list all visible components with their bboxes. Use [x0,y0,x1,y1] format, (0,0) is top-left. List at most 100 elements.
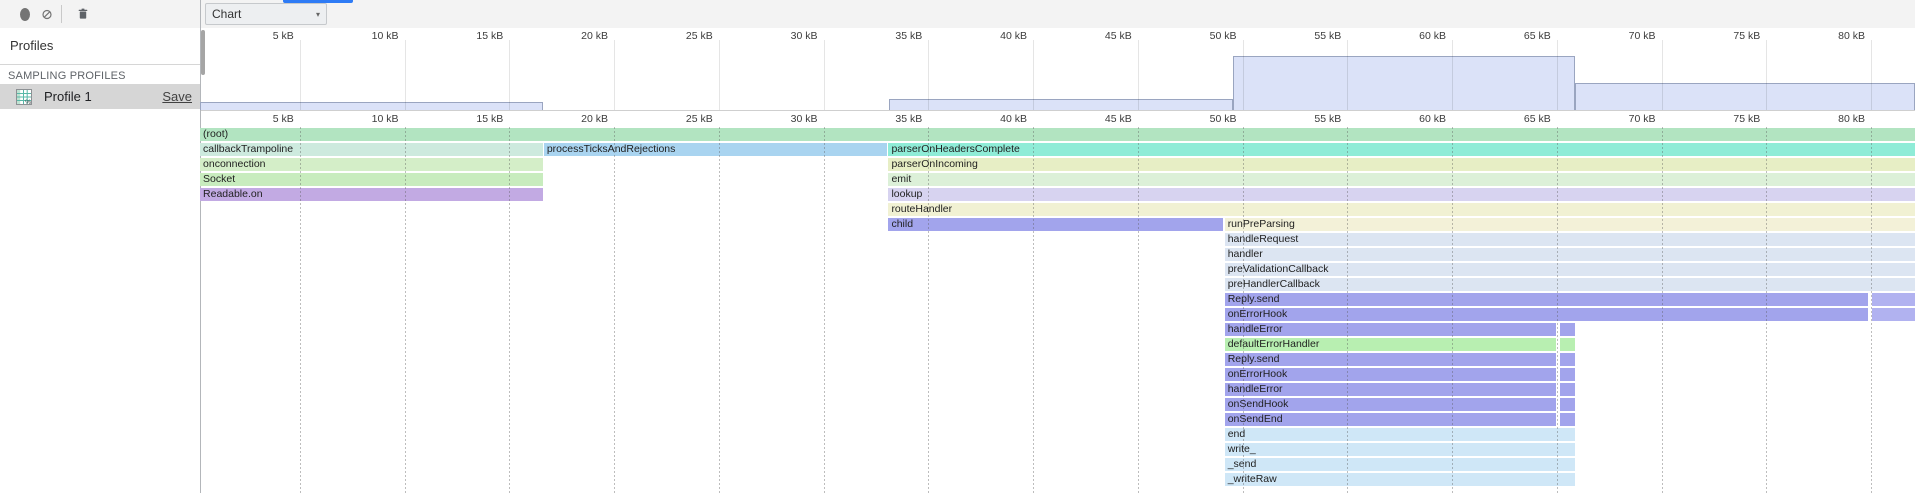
ruler-tick-label: 10 kB [345,30,399,42]
frame-onerrorhook[interactable] [1560,368,1575,381]
gridline [719,40,720,110]
ruler-tick-label: 40 kB [973,113,1027,125]
frame-child[interactable]: child [888,218,1222,231]
view-mode-select[interactable]: Chart ▾ [205,3,327,25]
gridline [1243,40,1244,110]
frame-reply.send[interactable] [1560,353,1575,366]
sidebar-divider [0,64,200,65]
toolbar-divider [61,5,62,23]
frame-readable.on[interactable]: Readable.on [200,188,543,201]
gridline [824,127,825,493]
frame-callbacktrampoline[interactable]: callbackTrampoline [200,143,543,156]
gridline [1138,40,1139,110]
gridline [1452,127,1453,493]
frame-handleerror[interactable]: handleError [1225,383,1556,396]
frame-onsendend[interactable] [1560,413,1575,426]
gridline [1138,127,1139,493]
frame-write_[interactable]: write_ [1225,443,1575,456]
ruler-tick-label: 75 kB [1706,113,1760,125]
ruler-tick-label: 25 kB [659,113,713,125]
gridline [1871,127,1872,493]
frame-_send[interactable]: _send [1225,458,1575,471]
frame-end[interactable]: end [1225,428,1575,441]
gridline [824,40,825,110]
ruler-tick-label: 60 kB [1392,30,1446,42]
frame-handleerror[interactable]: handleError [1225,323,1556,336]
frame-emit[interactable]: emit [888,173,1915,186]
frame-reply.send[interactable]: Reply.send [1225,293,1868,306]
ruler-tick-label: 30 kB [764,113,818,125]
ruler-tick-label: 65 kB [1497,30,1551,42]
gridline [1766,40,1767,110]
frame-prehandlercallback[interactable]: preHandlerCallback [1225,278,1915,291]
frame-prevalidationcallback[interactable]: preValidationCallback [1225,263,1915,276]
frame-parseronheaderscomplete[interactable]: parserOnHeadersComplete [888,143,1915,156]
frame-parseronincoming[interactable]: parserOnIncoming [888,158,1915,171]
record-button[interactable] [14,3,36,25]
frame-_writeraw[interactable]: _writeRaw [1225,473,1575,486]
frame-handlerequest[interactable]: handleRequest [1225,233,1915,246]
ruler-tick-label: 5 kB [240,113,294,125]
ruler-tick-label: 35 kB [868,30,922,42]
profiler-toolbar: Chart ▾ [0,0,1915,29]
ruler-tick-label: 5 kB [240,30,294,42]
frame-onerrorhook[interactable]: onErrorHook [1225,368,1556,381]
frame-handleerror[interactable] [1560,383,1575,396]
ruler-tick-label: 45 kB [1078,113,1132,125]
svg-text:%: % [25,99,31,105]
frame-onerrorhook[interactable]: onErrorHook [1225,308,1868,321]
ruler-tick-label: 50 kB [1183,30,1237,42]
memory-profiler-panel: Chart ▾ Profiles SAMPLING PROFILES % Pro… [0,0,1915,493]
frame-defaulterrorhandler[interactable]: defaultErrorHandler [1225,338,1556,351]
frame-socket[interactable]: Socket [200,173,543,186]
view-mode-value: Chart [212,7,241,21]
frame-reply.send[interactable]: Reply.send [1225,353,1556,366]
vertical-scrollbar-thumb[interactable] [201,30,205,75]
ruler-tick-label: 65 kB [1497,113,1551,125]
ruler-tick-label: 10 kB [345,113,399,125]
frame-root[interactable]: (root) [200,128,1915,141]
ruler-tick-label: 15 kB [449,113,503,125]
ruler-tick-label: 55 kB [1287,30,1341,42]
frame-defaulterrorhandler[interactable] [1560,338,1575,351]
gridline [1871,40,1872,110]
frame-reply.send[interactable] [1872,293,1915,306]
frame-onconnection[interactable]: onconnection [200,158,543,171]
frame-routehandler[interactable]: routeHandler [888,203,1915,216]
frame-onerrorhook[interactable] [1872,308,1915,321]
sidebar-item-profile-1[interactable]: % Profile 1 Save [0,84,200,109]
gridline [405,40,406,110]
gridline [928,40,929,110]
profiles-sidebar: Profiles SAMPLING PROFILES % Profile 1 S… [0,28,200,493]
frame-lookup[interactable]: lookup [888,188,1915,201]
ruler-tick-label: 25 kB [659,30,713,42]
ruler-tick-label: 80 kB [1811,30,1865,42]
frame-runpreparsing[interactable]: runPreParsing [1225,218,1915,231]
gridline [1347,127,1348,493]
ruler-tick-label: 80 kB [1811,113,1865,125]
frame-handleerror[interactable] [1560,323,1575,336]
profile-table-icon: % [16,89,32,105]
frame-onsendhook[interactable]: onSendHook [1225,398,1556,411]
gridline [928,127,929,493]
ruler-tick-label: 55 kB [1287,113,1341,125]
flame-chart-area: 5 kB 10 kB 15 kB 20 kB 25 kB 30 kB 35 kB 40 kB 4… [201,28,1915,493]
frame-onsendhook[interactable] [1560,398,1575,411]
gridline [614,127,615,493]
delete-profile-button[interactable] [72,3,94,25]
frame-processticksandrejections[interactable]: processTicksAndRejections [544,143,888,156]
frame-handler[interactable]: handler [1225,248,1915,261]
gridline [1557,127,1558,493]
ruler-tick-label: 70 kB [1602,30,1656,42]
chevron-down-icon: ▾ [316,10,320,19]
gridline [509,127,510,493]
frame-onsendend[interactable]: onSendEnd [1225,413,1556,426]
overview-bottom-border [201,110,1915,111]
save-profile-link[interactable]: Save [162,89,192,104]
record-icon [20,8,30,21]
ruler-tick-label: 20 kB [554,30,608,42]
gridline [614,40,615,110]
ruler-tick-label: 40 kB [973,30,1027,42]
clear-profiles-button[interactable] [36,3,58,25]
gridline [1662,127,1663,493]
